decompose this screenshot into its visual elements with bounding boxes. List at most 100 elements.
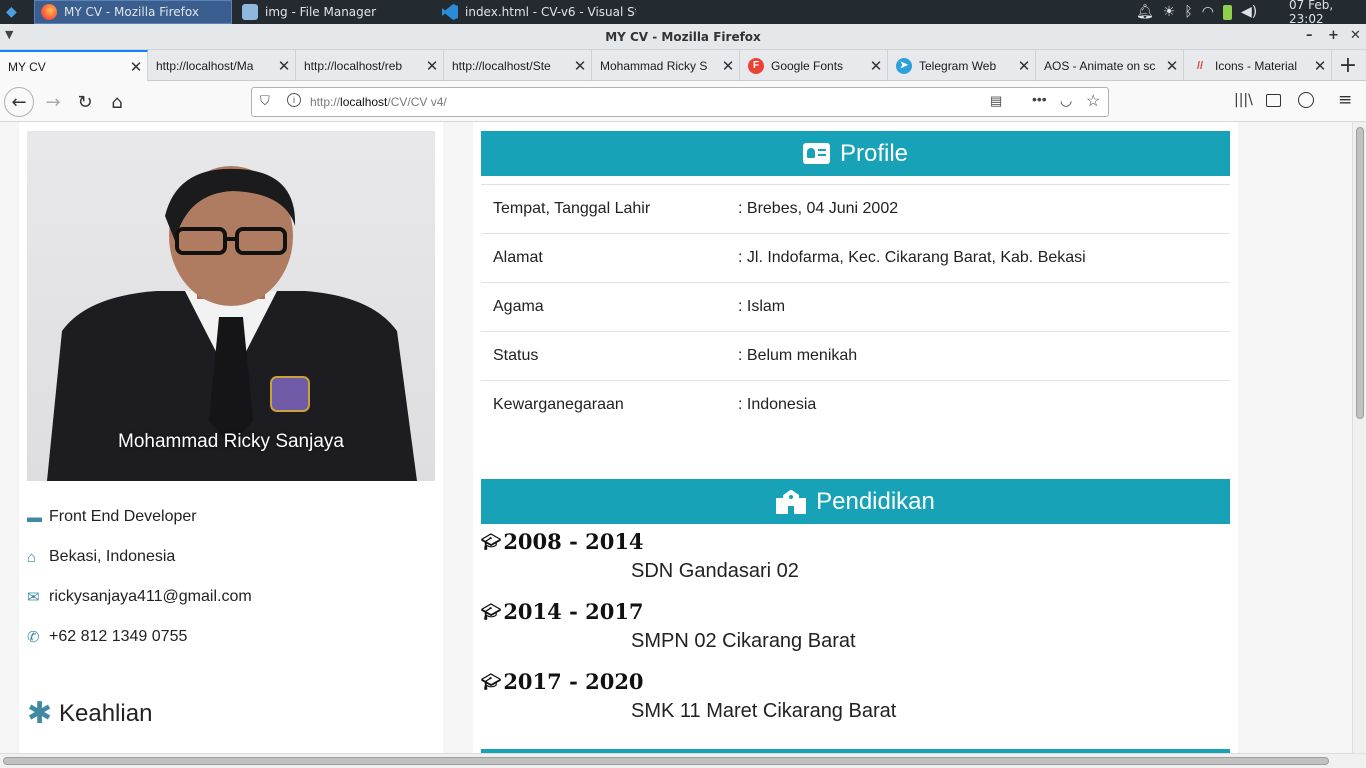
window-titlebar: ▼ MY CV - Mozilla Firefox – + ✕ <box>0 24 1366 50</box>
close-tab-icon[interactable]: ✕ <box>125 58 147 76</box>
portrait-illustration <box>47 166 417 481</box>
role-line: ▬ Front End Developer <box>27 508 197 526</box>
system-tray: 🔔︎ ☀ ᛒ ◠ ◀) <box>1136 0 1257 24</box>
taskbar-item-firefox[interactable]: MY CV - Mozilla Firefox <box>34 0 232 24</box>
profile-header: Profile <box>481 131 1230 176</box>
shield-icon[interactable]: ⛉ <box>260 93 270 109</box>
hamburger-menu-icon[interactable]: ≡ <box>1338 90 1352 110</box>
url-bar[interactable]: ⛉ i http://localhost/CV/CV v4/ ▤ ••• ◡ ☆ <box>251 87 1109 117</box>
bluetooth-icon[interactable]: ᛒ <box>1184 4 1192 20</box>
page-actions-icon[interactable]: ••• <box>1032 91 1047 107</box>
vertical-scroll-thumb[interactable] <box>1356 127 1364 419</box>
vertical-scrollbar[interactable] <box>1352 122 1366 753</box>
pocket-icon[interactable]: ◡ <box>1060 92 1072 109</box>
profile-row: Tempat, Tanggal Lahir: Brebes, 04 Juni 2… <box>481 184 1230 233</box>
phone-icon: ✆ <box>27 629 40 646</box>
sidebar-icon[interactable] <box>1266 94 1281 107</box>
telegram-icon: ➤ <box>896 57 912 74</box>
folder-icon <box>242 4 258 20</box>
education-header: Pendidikan <box>481 479 1230 524</box>
library-icon[interactable]: |||\ <box>1234 92 1253 108</box>
forward-arrow-icon: → <box>45 91 61 113</box>
reload-button[interactable]: ↻ <box>70 87 100 117</box>
forward-button[interactable]: → <box>38 87 68 117</box>
firefox-icon <box>41 4 57 20</box>
graduation-cap-icon: 🎓︎ <box>481 602 502 621</box>
new-tab-button[interactable]: + <box>1334 53 1362 79</box>
account-icon[interactable] <box>1298 92 1314 108</box>
envelope-icon: ✉ <box>27 589 40 606</box>
asterisk-icon: ✱ <box>27 697 53 730</box>
navigation-bar: ← → ↻ ⌂ ⛉ i http://localhost/CV/CV v4/ ▤… <box>0 81 1366 122</box>
tab-localhost-reb[interactable]: http://localhost/reb ✕ <box>296 50 444 81</box>
page-viewport: Mohammad Ricky Sanjaya ▬ Front End Develo… <box>0 122 1352 753</box>
close-tab-icon[interactable]: ✕ <box>1309 57 1331 75</box>
profile-row: Alamat: Jl. Indofarma, Kec. Cikarang Bar… <box>481 233 1230 282</box>
brightness-icon[interactable]: ☀ <box>1163 4 1176 20</box>
close-tab-icon[interactable]: ✕ <box>421 57 443 75</box>
tab-aos[interactable]: AOS - Animate on sc ✕ <box>1036 50 1184 81</box>
close-tab-icon[interactable]: ✕ <box>569 57 591 75</box>
tab-google-fonts[interactable]: F Google Fonts ✕ <box>740 50 888 81</box>
profile-name: Mohammad Ricky Sanjaya <box>118 431 344 452</box>
maximize-icon[interactable]: + <box>1328 28 1339 43</box>
education-school: SMPN 02 Cikarang Barat <box>631 630 856 652</box>
notification-bell-icon[interactable]: 🔔︎ <box>1136 4 1154 20</box>
close-tab-icon[interactable]: ✕ <box>1013 57 1035 75</box>
education-years: 🎓︎ 2017 - 2020 <box>481 669 644 694</box>
location-line: ⌂ Bekasi, Indonesia <box>27 548 176 566</box>
minimize-icon[interactable]: – <box>1306 28 1313 43</box>
taskbar-item-file-manager[interactable]: img - File Manager <box>236 0 432 24</box>
tab-my-cv[interactable]: MY CV ✕ <box>0 50 148 82</box>
graduation-cap-icon: 🎓︎ <box>481 672 502 691</box>
profile-photo: Mohammad Ricky Sanjaya <box>27 131 435 481</box>
close-tab-icon[interactable]: ✕ <box>1161 57 1183 75</box>
home-icon: ⌂ <box>27 548 37 566</box>
email-line: ✉ rickysanjaya411@gmail.com <box>27 588 252 606</box>
close-tab-icon[interactable]: ✕ <box>717 57 739 75</box>
system-panel: ◆ MY CV - Mozilla Firefox img - File Man… <box>0 0 1366 26</box>
tab-telegram-web[interactable]: ➤ Telegram Web ✕ <box>888 50 1036 81</box>
tab-mohammad-ricky[interactable]: Mohammad Ricky S ✕ <box>592 50 740 81</box>
phone-line: ✆ +62 812 1349 0755 <box>27 628 188 646</box>
clock[interactable]: 07 Feb, 23:02 <box>1289 0 1366 26</box>
horizontal-scrollbar[interactable] <box>0 753 1366 768</box>
education-years: 🎓︎ 2008 - 2014 <box>481 529 644 554</box>
vscode-icon <box>442 4 458 20</box>
google-fonts-icon: F <box>748 57 764 74</box>
back-arrow-icon: ← <box>11 91 27 113</box>
wifi-icon[interactable]: ◠ <box>1202 4 1214 20</box>
window-title: MY CV - Mozilla Firefox <box>605 30 761 44</box>
home-button[interactable]: ⌂ <box>102 87 132 117</box>
school-icon <box>776 489 807 514</box>
education-years: 🎓︎ 2014 - 2017 <box>481 599 644 624</box>
close-tab-icon[interactable]: ✕ <box>865 57 887 75</box>
app-menu-button[interactable]: ◆ <box>0 0 30 24</box>
taskbar-item-vscode[interactable]: index.html - CV-v6 - Visual St... <box>436 0 636 24</box>
close-tab-icon[interactable]: ✕ <box>273 57 295 75</box>
home-icon: ⌂ <box>111 91 123 113</box>
education-school: SDN Gandasari 02 <box>631 560 799 582</box>
url-text: http://localhost/CV/CV v4/ <box>310 95 447 109</box>
reload-icon: ↻ <box>77 91 93 113</box>
battery-icon[interactable] <box>1222 4 1232 20</box>
volume-icon[interactable]: ◀) <box>1241 4 1257 20</box>
main-card: Profile Tempat, Tanggal Lahir: Brebes, 0… <box>473 122 1238 753</box>
profile-row: Agama: Islam <box>481 282 1230 331</box>
graduation-cap-icon: 🎓︎ <box>481 532 502 551</box>
horizontal-scroll-thumb[interactable] <box>3 757 1329 765</box>
tab-material-icons[interactable]: // Icons - Material ✕ <box>1184 50 1332 81</box>
skills-heading: ✱ Keahlian <box>27 697 153 730</box>
education-school: SMK 11 Maret Cikarang Barat <box>631 700 897 722</box>
material-icons-icon: // <box>1196 59 1204 72</box>
tab-localhost-ma[interactable]: http://localhost/Ma ✕ <box>148 50 296 81</box>
reader-view-icon[interactable]: ▤ <box>990 93 1002 109</box>
close-window-icon[interactable]: ✕ <box>1350 28 1361 43</box>
back-button[interactable]: ← <box>4 87 34 117</box>
tab-localhost-ste[interactable]: http://localhost/Ste ✕ <box>444 50 592 81</box>
sidebar-card: Mohammad Ricky Sanjaya ▬ Front End Develo… <box>19 122 443 753</box>
bookmark-star-icon[interactable]: ☆ <box>1086 91 1100 111</box>
tab-strip: MY CV ✕ http://localhost/Ma ✕ http://local… <box>0 50 1366 82</box>
info-icon[interactable]: i <box>287 93 301 107</box>
id-card-icon <box>802 143 830 164</box>
